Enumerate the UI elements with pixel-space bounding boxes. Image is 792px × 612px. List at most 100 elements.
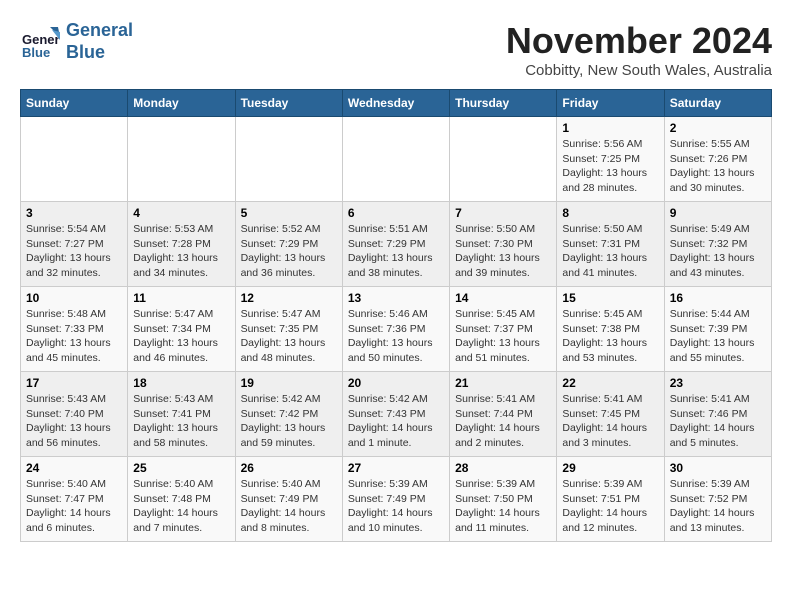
day-number: 14 bbox=[455, 291, 551, 305]
calendar-cell bbox=[342, 117, 449, 202]
calendar-cell: 2 Sunrise: 5:55 AMSunset: 7:26 PMDaylight… bbox=[664, 117, 771, 202]
day-number: 4 bbox=[133, 206, 229, 220]
logo: General Blue General Blue bbox=[20, 20, 133, 63]
svg-text:Blue: Blue bbox=[22, 45, 50, 60]
day-info: Sunrise: 5:39 AMSunset: 7:52 PMDaylight:… bbox=[670, 477, 766, 536]
day-number: 11 bbox=[133, 291, 229, 305]
calendar-cell: 25 Sunrise: 5:40 AMSunset: 7:48 PMDayligh… bbox=[128, 457, 235, 542]
logo-line2: Blue bbox=[66, 42, 133, 64]
day-number: 22 bbox=[562, 376, 658, 390]
day-info: Sunrise: 5:54 AMSunset: 7:27 PMDaylight:… bbox=[26, 222, 122, 281]
calendar-cell: 29 Sunrise: 5:39 AMSunset: 7:51 PMDayligh… bbox=[557, 457, 664, 542]
calendar-cell: 3 Sunrise: 5:54 AMSunset: 7:27 PMDaylight… bbox=[21, 202, 128, 287]
calendar-week-4: 17 Sunrise: 5:43 AMSunset: 7:40 PMDayligh… bbox=[21, 372, 772, 457]
calendar-cell: 17 Sunrise: 5:43 AMSunset: 7:40 PMDayligh… bbox=[21, 372, 128, 457]
calendar-week-5: 24 Sunrise: 5:40 AMSunset: 7:47 PMDayligh… bbox=[21, 457, 772, 542]
day-number: 30 bbox=[670, 461, 766, 475]
calendar-cell: 27Sunrise: 5:39 AMSunset: 7:49 PMDayligh… bbox=[342, 457, 449, 542]
day-info: Sunrise: 5:47 AMSunset: 7:34 PMDaylight:… bbox=[133, 307, 229, 366]
day-info: Sunrise: 5:42 AMSunset: 7:42 PMDaylight:… bbox=[241, 392, 337, 451]
location: Cobbitty, New South Wales, Australia bbox=[506, 62, 772, 79]
logo-icon: General Blue bbox=[20, 22, 60, 62]
day-number: 3 bbox=[26, 206, 122, 220]
day-info: Sunrise: 5:40 AMSunset: 7:48 PMDaylight:… bbox=[133, 477, 229, 536]
calendar-header-sunday: Sunday bbox=[21, 90, 128, 117]
day-number: 21 bbox=[455, 376, 551, 390]
calendar-cell: 19Sunrise: 5:42 AMSunset: 7:42 PMDayligh… bbox=[235, 372, 342, 457]
calendar-cell: 9 Sunrise: 5:49 AMSunset: 7:32 PMDaylight… bbox=[664, 202, 771, 287]
calendar-header-thursday: Thursday bbox=[450, 90, 557, 117]
day-number: 5 bbox=[241, 206, 337, 220]
day-info: Sunrise: 5:45 AMSunset: 7:37 PMDaylight:… bbox=[455, 307, 551, 366]
day-info: Sunrise: 5:50 AMSunset: 7:30 PMDaylight:… bbox=[455, 222, 551, 281]
calendar-cell: 22Sunrise: 5:41 AMSunset: 7:45 PMDayligh… bbox=[557, 372, 664, 457]
day-info: Sunrise: 5:39 AMSunset: 7:50 PMDaylight:… bbox=[455, 477, 551, 536]
calendar-cell: 30 Sunrise: 5:39 AMSunset: 7:52 PMDayligh… bbox=[664, 457, 771, 542]
day-info: Sunrise: 5:52 AMSunset: 7:29 PMDaylight:… bbox=[241, 222, 337, 281]
day-number: 28 bbox=[455, 461, 551, 475]
calendar-cell bbox=[128, 117, 235, 202]
day-number: 1 bbox=[562, 121, 658, 135]
calendar-cell: 13 Sunrise: 5:46 AMSunset: 7:36 PMDayligh… bbox=[342, 287, 449, 372]
day-number: 17 bbox=[26, 376, 122, 390]
day-number: 6 bbox=[348, 206, 444, 220]
calendar-cell: 20 Sunrise: 5:42 AMSunset: 7:43 PMDayligh… bbox=[342, 372, 449, 457]
calendar-header-monday: Monday bbox=[128, 90, 235, 117]
calendar-cell: 5 Sunrise: 5:52 AMSunset: 7:29 PMDaylight… bbox=[235, 202, 342, 287]
calendar-cell: 23Sunrise: 5:41 AMSunset: 7:46 PMDayligh… bbox=[664, 372, 771, 457]
day-number: 27 bbox=[348, 461, 444, 475]
calendar-cell: 11 Sunrise: 5:47 AMSunset: 7:34 PMDayligh… bbox=[128, 287, 235, 372]
day-info: Sunrise: 5:49 AMSunset: 7:32 PMDaylight:… bbox=[670, 222, 766, 281]
calendar-cell: 7 Sunrise: 5:50 AMSunset: 7:30 PMDaylight… bbox=[450, 202, 557, 287]
calendar-cell: 28 Sunrise: 5:39 AMSunset: 7:50 PMDayligh… bbox=[450, 457, 557, 542]
day-number: 7 bbox=[455, 206, 551, 220]
day-number: 18 bbox=[133, 376, 229, 390]
day-info: Sunrise: 5:47 AMSunset: 7:35 PMDaylight:… bbox=[241, 307, 337, 366]
calendar-header-saturday: Saturday bbox=[664, 90, 771, 117]
calendar-cell: 18 Sunrise: 5:43 AMSunset: 7:41 PMDayligh… bbox=[128, 372, 235, 457]
calendar-cell: 12Sunrise: 5:47 AMSunset: 7:35 PMDayligh… bbox=[235, 287, 342, 372]
calendar-cell: 8 Sunrise: 5:50 AMSunset: 7:31 PMDaylight… bbox=[557, 202, 664, 287]
calendar-week-1: 1 Sunrise: 5:56 AMSunset: 7:25 PMDaylight… bbox=[21, 117, 772, 202]
calendar-cell: 15Sunrise: 5:45 AMSunset: 7:38 PMDayligh… bbox=[557, 287, 664, 372]
calendar-cell: 26Sunrise: 5:40 AMSunset: 7:49 PMDayligh… bbox=[235, 457, 342, 542]
day-number: 13 bbox=[348, 291, 444, 305]
day-info: Sunrise: 5:53 AMSunset: 7:28 PMDaylight:… bbox=[133, 222, 229, 281]
day-info: Sunrise: 5:50 AMSunset: 7:31 PMDaylight:… bbox=[562, 222, 658, 281]
calendar-header-tuesday: Tuesday bbox=[235, 90, 342, 117]
day-info: Sunrise: 5:43 AMSunset: 7:41 PMDaylight:… bbox=[133, 392, 229, 451]
calendar-cell bbox=[450, 117, 557, 202]
day-number: 8 bbox=[562, 206, 658, 220]
day-number: 25 bbox=[133, 461, 229, 475]
day-number: 20 bbox=[348, 376, 444, 390]
day-info: Sunrise: 5:39 AMSunset: 7:51 PMDaylight:… bbox=[562, 477, 658, 536]
day-info: Sunrise: 5:40 AMSunset: 7:47 PMDaylight:… bbox=[26, 477, 122, 536]
calendar-cell bbox=[235, 117, 342, 202]
calendar-week-2: 3 Sunrise: 5:54 AMSunset: 7:27 PMDaylight… bbox=[21, 202, 772, 287]
day-number: 2 bbox=[670, 121, 766, 135]
calendar-cell: 16Sunrise: 5:44 AMSunset: 7:39 PMDayligh… bbox=[664, 287, 771, 372]
day-info: Sunrise: 5:45 AMSunset: 7:38 PMDaylight:… bbox=[562, 307, 658, 366]
day-info: Sunrise: 5:40 AMSunset: 7:49 PMDaylight:… bbox=[241, 477, 337, 536]
calendar-cell: 4 Sunrise: 5:53 AMSunset: 7:28 PMDaylight… bbox=[128, 202, 235, 287]
logo-line1: General bbox=[66, 20, 133, 42]
calendar-cell: 21Sunrise: 5:41 AMSunset: 7:44 PMDayligh… bbox=[450, 372, 557, 457]
day-info: Sunrise: 5:43 AMSunset: 7:40 PMDaylight:… bbox=[26, 392, 122, 451]
day-info: Sunrise: 5:46 AMSunset: 7:36 PMDaylight:… bbox=[348, 307, 444, 366]
day-info: Sunrise: 5:42 AMSunset: 7:43 PMDaylight:… bbox=[348, 392, 444, 451]
day-number: 9 bbox=[670, 206, 766, 220]
day-info: Sunrise: 5:41 AMSunset: 7:46 PMDaylight:… bbox=[670, 392, 766, 451]
calendar-cell: 14 Sunrise: 5:45 AMSunset: 7:37 PMDayligh… bbox=[450, 287, 557, 372]
day-number: 10 bbox=[26, 291, 122, 305]
day-info: Sunrise: 5:48 AMSunset: 7:33 PMDaylight:… bbox=[26, 307, 122, 366]
day-number: 29 bbox=[562, 461, 658, 475]
day-info: Sunrise: 5:55 AMSunset: 7:26 PMDaylight:… bbox=[670, 137, 766, 196]
day-info: Sunrise: 5:56 AMSunset: 7:25 PMDaylight:… bbox=[562, 137, 658, 196]
calendar-cell: 1 Sunrise: 5:56 AMSunset: 7:25 PMDaylight… bbox=[557, 117, 664, 202]
day-number: 16 bbox=[670, 291, 766, 305]
day-info: Sunrise: 5:51 AMSunset: 7:29 PMDaylight:… bbox=[348, 222, 444, 281]
calendar-cell: 6 Sunrise: 5:51 AMSunset: 7:29 PMDaylight… bbox=[342, 202, 449, 287]
calendar-cell: 24 Sunrise: 5:40 AMSunset: 7:47 PMDayligh… bbox=[21, 457, 128, 542]
month-title: November 2024 bbox=[506, 20, 772, 62]
day-number: 24 bbox=[26, 461, 122, 475]
